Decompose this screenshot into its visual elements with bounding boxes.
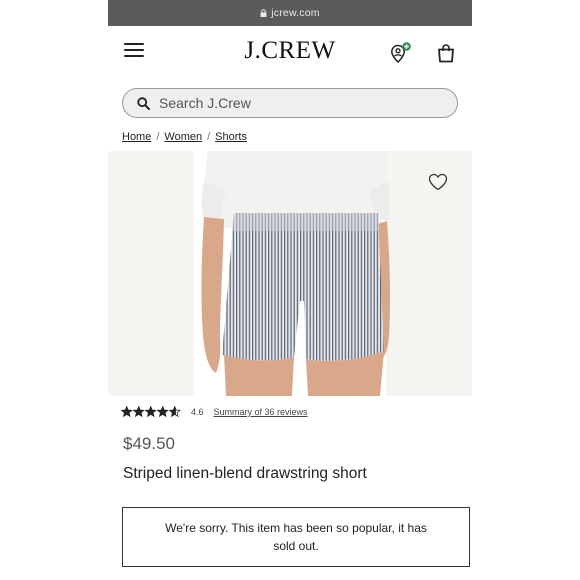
product-title: Striped linen-blend drawstring short [123, 465, 367, 482]
account-icon[interactable] [389, 41, 413, 65]
search-input[interactable] [159, 95, 419, 111]
star-icon [133, 406, 145, 418]
rating-stars [121, 406, 181, 418]
rating-value: 4.6 [191, 406, 204, 417]
heart-icon[interactable] [428, 173, 448, 191]
star-icon [157, 406, 169, 418]
breadcrumb-separator: / [207, 131, 211, 143]
breadcrumb-home[interactable]: Home [122, 131, 151, 143]
lock-icon [260, 9, 267, 17]
shopping-bag-icon[interactable] [436, 43, 456, 63]
jcrew-logo[interactable]: J.CREW [108, 37, 472, 65]
search-field[interactable] [122, 88, 458, 118]
star-icon [145, 406, 157, 418]
sold-out-message: We're sorry. This item has been so popul… [165, 521, 427, 553]
breadcrumb-separator: / [156, 131, 160, 143]
star-icon [169, 406, 181, 418]
breadcrumb: Home / Women / Shorts [122, 131, 247, 143]
site-header: J.CREW [108, 26, 472, 78]
sold-out-notice: We're sorry. This item has been so popul… [122, 507, 470, 567]
search-icon [137, 96, 150, 110]
product-photo [194, 151, 391, 396]
product-price: $49.50 [123, 434, 175, 453]
reviews-summary-link[interactable]: Summary of 36 reviews [214, 407, 308, 417]
product-image[interactable] [108, 151, 472, 396]
url-text: jcrew.com [271, 7, 320, 19]
breadcrumb-shorts[interactable]: Shorts [215, 131, 247, 143]
product-rating: 4.6 Summary of 36 reviews [121, 406, 308, 418]
phone-screen: jcrew.com J.CREW Home / Women / Shorts [108, 0, 472, 580]
star-icon [121, 406, 133, 418]
breadcrumb-women[interactable]: Women [164, 131, 202, 143]
browser-url-bar[interactable]: jcrew.com [108, 0, 472, 26]
